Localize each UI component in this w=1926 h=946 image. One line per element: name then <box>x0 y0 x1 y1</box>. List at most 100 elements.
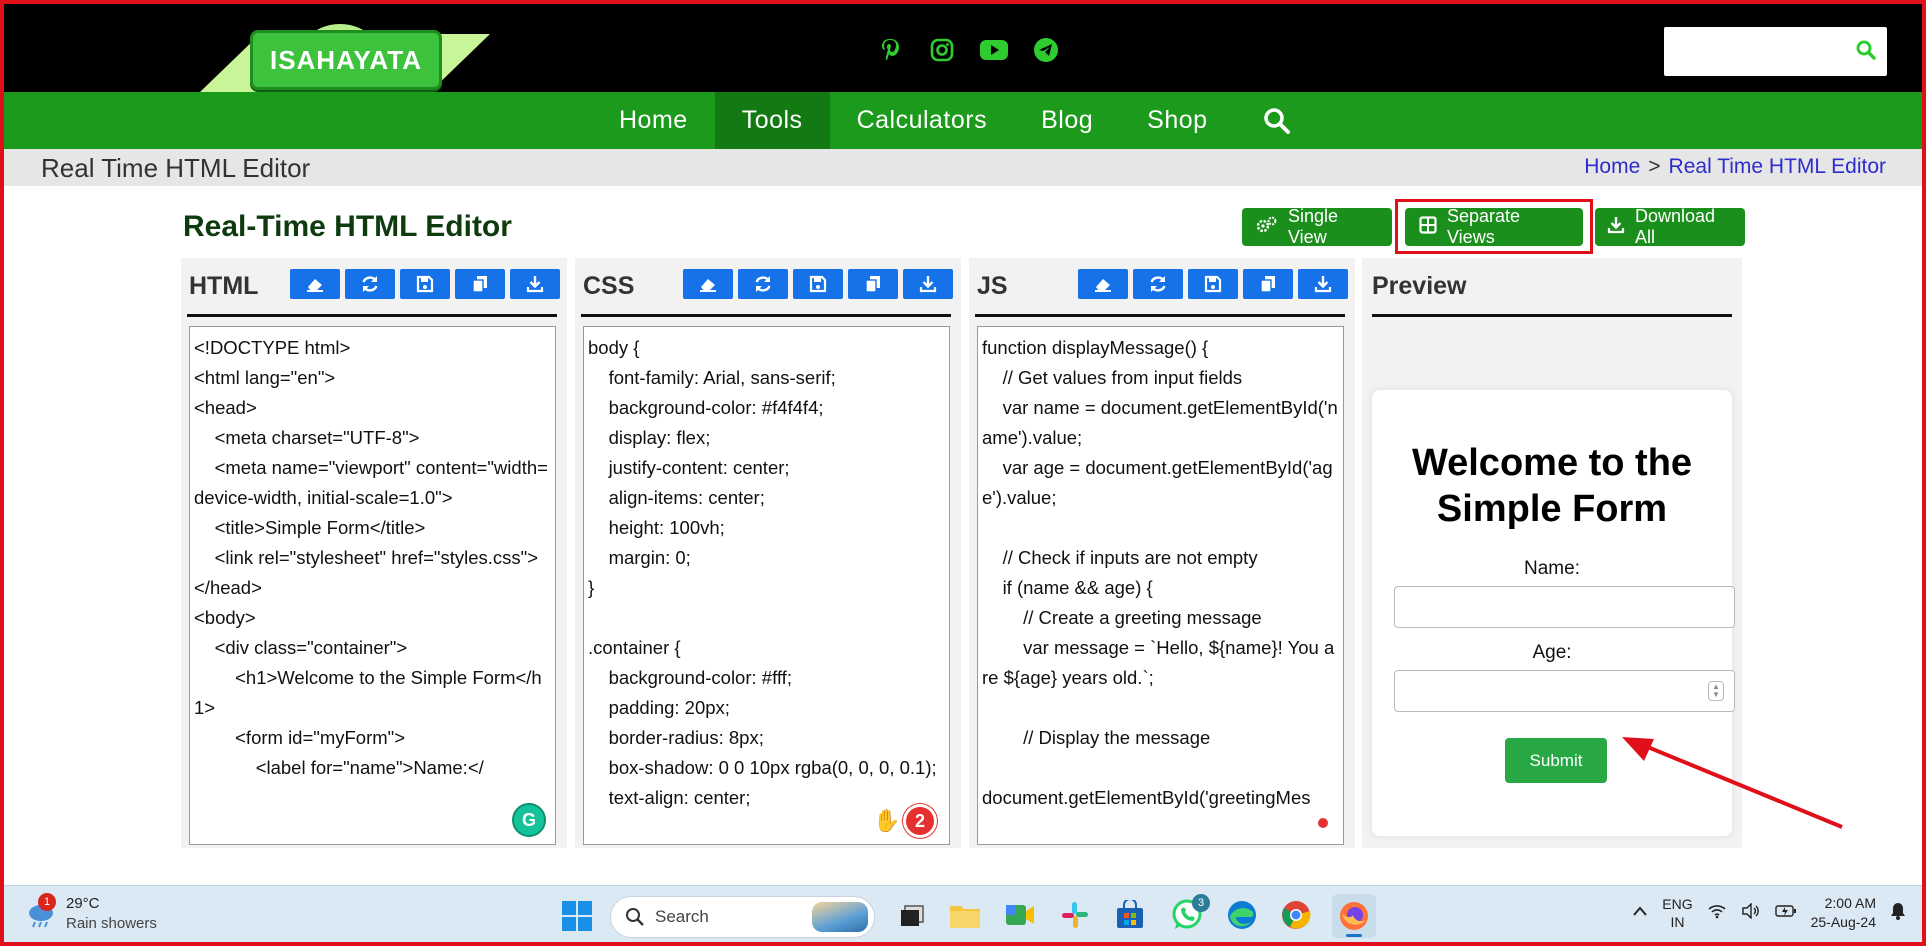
copy-icon <box>1260 276 1275 293</box>
nav-item-home[interactable]: Home <box>592 92 715 149</box>
grammarly-icon[interactable]: G <box>512 803 546 837</box>
region-code: IN <box>1670 914 1685 930</box>
breadcrumb-separator: > <box>1648 155 1661 178</box>
preview-age-label: Age: <box>1532 642 1572 663</box>
nav-search-icon[interactable] <box>1235 92 1319 149</box>
download-all-button[interactable]: Download All <box>1595 206 1745 247</box>
taskbar-clock[interactable]: 2:00 AM 25-Aug-24 <box>1811 894 1876 932</box>
windows-start-icon[interactable] <box>560 899 594 933</box>
html-panel-divider <box>187 314 557 317</box>
grammar-error-badge[interactable]: 2 <box>903 804 937 838</box>
save-icon <box>416 275 434 293</box>
css-clear-button[interactable] <box>683 269 733 299</box>
css-refresh-button[interactable] <box>738 269 788 299</box>
chrome-icon[interactable] <box>1280 899 1312 936</box>
eraser-icon <box>700 279 716 292</box>
js-refresh-button[interactable] <box>1133 269 1183 299</box>
task-view-icon[interactable] <box>896 900 928 932</box>
search-highlight-image <box>812 902 868 932</box>
whatsapp-notification-badge: 3 <box>1192 894 1210 912</box>
annotation-arrow <box>1622 737 1843 829</box>
cursor-dot <box>1318 818 1328 828</box>
html-save-button[interactable] <box>400 269 450 299</box>
js-clear-button[interactable] <box>1078 269 1128 299</box>
notification-bell-icon[interactable] <box>1890 902 1906 925</box>
windows-taskbar: 1 29°C Rain showers Search 3 ENG IN 2:00… <box>0 885 1926 946</box>
whatsapp-icon[interactable]: 3 <box>1170 894 1210 934</box>
eraser-icon <box>1095 279 1111 292</box>
language-indicator[interactable]: ENG IN <box>1662 895 1692 931</box>
meet-icon[interactable] <box>1004 900 1036 935</box>
weather-rain-icon: 1 <box>26 893 56 929</box>
nav-item-blog[interactable]: Blog <box>1014 92 1120 149</box>
css-download-button[interactable] <box>903 269 953 299</box>
html-toolbar <box>290 269 560 299</box>
js-panel-label: JS <box>977 272 1008 300</box>
wifi-icon[interactable] <box>1707 903 1727 924</box>
html-code-editor[interactable]: <!DOCTYPE html> <html lang="en"> <head> … <box>189 326 556 845</box>
download-icon <box>919 276 937 293</box>
breadcrumb: Home > Real Time HTML Editor <box>1584 155 1886 179</box>
js-download-button[interactable] <box>1298 269 1348 299</box>
clock-date: 25-Aug-24 <box>1810 914 1876 930</box>
weather-description: Rain showers <box>66 915 157 932</box>
firefox-icon[interactable] <box>1332 894 1376 938</box>
top-header: ISAHAYATA <box>0 0 1926 92</box>
telegram-icon[interactable] <box>1028 34 1064 66</box>
preview-name-input[interactable] <box>1394 586 1735 628</box>
weather-temperature: 29°C <box>66 895 100 912</box>
youtube-icon[interactable] <box>976 34 1012 66</box>
chevron-up-icon[interactable] <box>1632 904 1648 922</box>
file-explorer-icon[interactable] <box>948 900 982 935</box>
nav-item-shop[interactable]: Shop <box>1120 92 1234 149</box>
age-stepper[interactable]: ▲ ▼ <box>1708 681 1724 701</box>
search-icon[interactable] <box>1855 39 1877 66</box>
refresh-icon <box>755 276 771 292</box>
js-panel-divider <box>975 314 1345 317</box>
refresh-icon <box>362 276 378 292</box>
css-toolbar <box>683 269 953 299</box>
html-copy-button[interactable] <box>455 269 505 299</box>
header-search-input[interactable] <box>1664 27 1887 76</box>
breadcrumb-home-link[interactable]: Home <box>1584 155 1640 179</box>
editor-title: Real-Time HTML Editor <box>183 210 512 243</box>
download-icon <box>526 276 544 293</box>
taskbar-search[interactable]: Search <box>610 896 875 938</box>
html-clear-button[interactable] <box>290 269 340 299</box>
js-code-editor[interactable]: function displayMessage() { // Get value… <box>977 326 1344 845</box>
volume-icon[interactable] <box>1741 901 1761 924</box>
js-save-button[interactable] <box>1188 269 1238 299</box>
js-code-text: function displayMessage() { // Get value… <box>978 327 1343 819</box>
preview-name-label: Name: <box>1524 558 1580 579</box>
preview-submit-button[interactable]: Submit <box>1505 738 1607 783</box>
copy-icon <box>865 276 880 293</box>
nav-item-tools[interactable]: Tools <box>714 92 830 149</box>
single-view-button[interactable]: Single View <box>1242 206 1392 247</box>
breadcrumb-current-link[interactable]: Real Time HTML Editor <box>1669 155 1886 179</box>
preview-age-input[interactable]: ▲ ▼ <box>1394 670 1735 712</box>
css-code-editor[interactable]: body { font-family: Arial, sans-serif; b… <box>583 326 950 845</box>
active-app-indicator <box>1346 934 1362 937</box>
pinterest-icon[interactable] <box>872 34 908 66</box>
weather-widget[interactable]: 1 29°C Rain showers <box>26 893 157 934</box>
search-icon <box>626 908 644 926</box>
refresh-icon <box>1150 276 1166 292</box>
breadcrumb-bar: Real Time HTML Editor Home > Real Time H… <box>0 149 1926 186</box>
html-refresh-button[interactable] <box>345 269 395 299</box>
preview-form-title: Welcome to the Simple Form <box>1411 442 1693 530</box>
html-download-button[interactable] <box>510 269 560 299</box>
store-icon[interactable] <box>1114 898 1146 935</box>
battery-icon[interactable] <box>1774 904 1797 923</box>
edge-icon[interactable] <box>1226 899 1258 936</box>
clock-time: 2:00 AM <box>1824 895 1876 911</box>
nav-item-calculators[interactable]: Calculators <box>830 92 1015 149</box>
handshake-icon[interactable]: ✋ <box>873 808 900 834</box>
instagram-icon[interactable] <box>924 34 960 66</box>
css-panel: CSS body { font-family: Arial, sans-seri… <box>575 258 961 848</box>
download-icon <box>1314 276 1332 293</box>
css-copy-button[interactable] <box>848 269 898 299</box>
slack-icon[interactable] <box>1060 900 1090 935</box>
css-save-button[interactable] <box>793 269 843 299</box>
js-copy-button[interactable] <box>1243 269 1293 299</box>
site-logo[interactable]: ISAHAYATA <box>250 30 442 90</box>
